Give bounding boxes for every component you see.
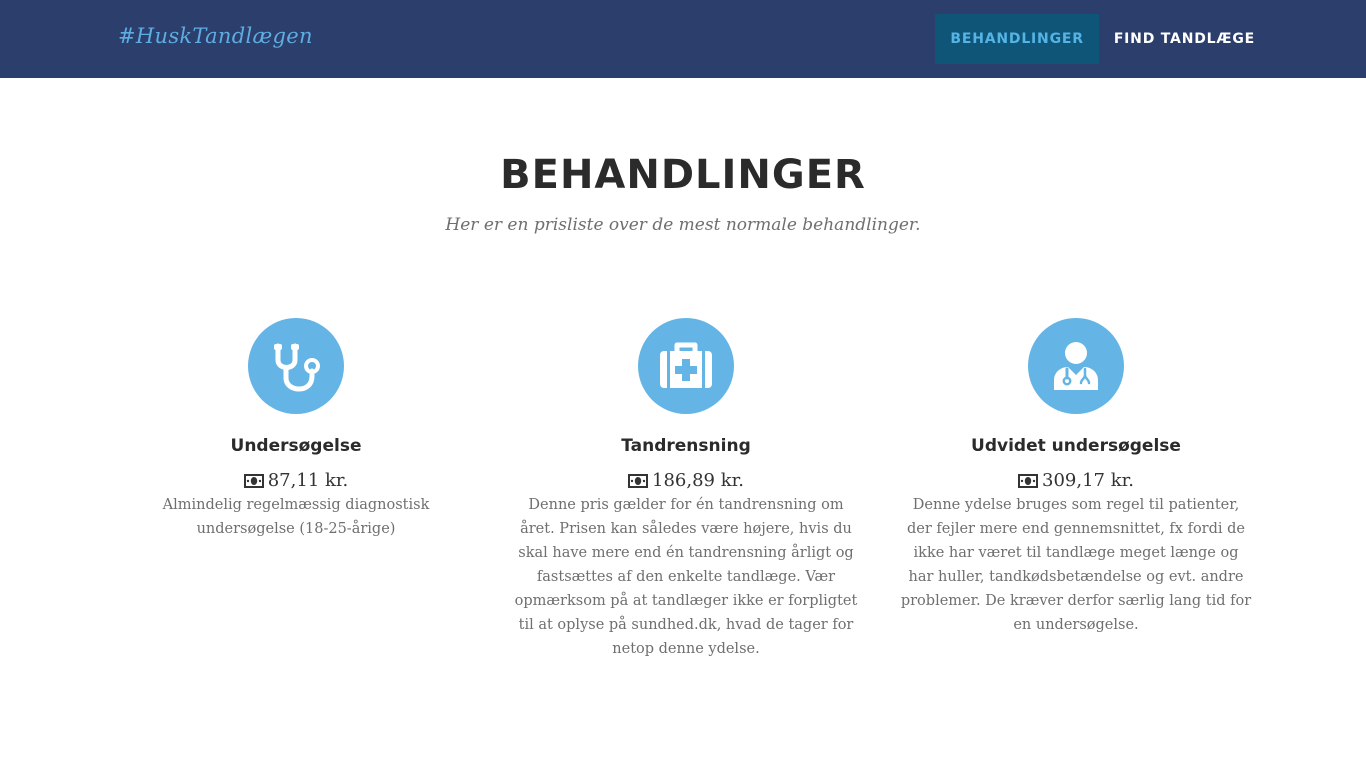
nav-link-behandlinger[interactable]: BEHANDLINGER xyxy=(935,14,1099,64)
service-card-tandrensning: Tandrensning 186,89 kr. Denne pris gælde… xyxy=(506,318,866,661)
service-card-udvidet-undersoegelse: Udvidet undersøgelse 309,17 kr. Denne yd… xyxy=(896,318,1256,637)
stethoscope-icon xyxy=(248,318,344,414)
service-price-value: 309,17 kr. xyxy=(1042,470,1134,491)
service-description: Denne ydelse bruges som regel til patien… xyxy=(900,497,1252,633)
service-card-undersoegelse: Undersøgelse 87,11 kr. Almindelig regelm… xyxy=(116,318,476,541)
service-description: Denne pris gælder for én tandrensning om… xyxy=(514,497,858,657)
service-price-value: 186,89 kr. xyxy=(652,470,744,491)
money-icon xyxy=(628,473,649,488)
section-subtitle: Her er en prisliste over de mest normale… xyxy=(445,215,921,235)
service-title: Tandrensning xyxy=(621,436,751,456)
user-md-icon xyxy=(1028,318,1124,414)
main-nav: BEHANDLINGER FIND TANDLÆGE xyxy=(935,14,1270,64)
service-price: 309,17 kr. xyxy=(896,470,1256,491)
money-icon xyxy=(243,473,264,488)
service-price: 87,11 kr. xyxy=(116,470,476,491)
medkit-icon xyxy=(638,318,734,414)
service-title: Udvidet undersøgelse xyxy=(971,436,1181,456)
service-title: Undersøgelse xyxy=(230,436,362,456)
service-price: 186,89 kr. xyxy=(506,470,866,491)
brand-logo-link[interactable]: #HuskTandlægen xyxy=(118,24,313,48)
navbar: #HuskTandlægen BEHANDLINGER FIND TANDLÆG… xyxy=(0,0,1366,78)
money-icon xyxy=(1018,473,1039,488)
section-title: BEHANDLINGER xyxy=(500,152,866,198)
service-description: Almindelig regelmæssig diagnostisk under… xyxy=(162,497,430,537)
service-price-value: 87,11 kr. xyxy=(267,470,349,491)
nav-link-find-tandlaege[interactable]: FIND TANDLÆGE xyxy=(1099,14,1270,64)
